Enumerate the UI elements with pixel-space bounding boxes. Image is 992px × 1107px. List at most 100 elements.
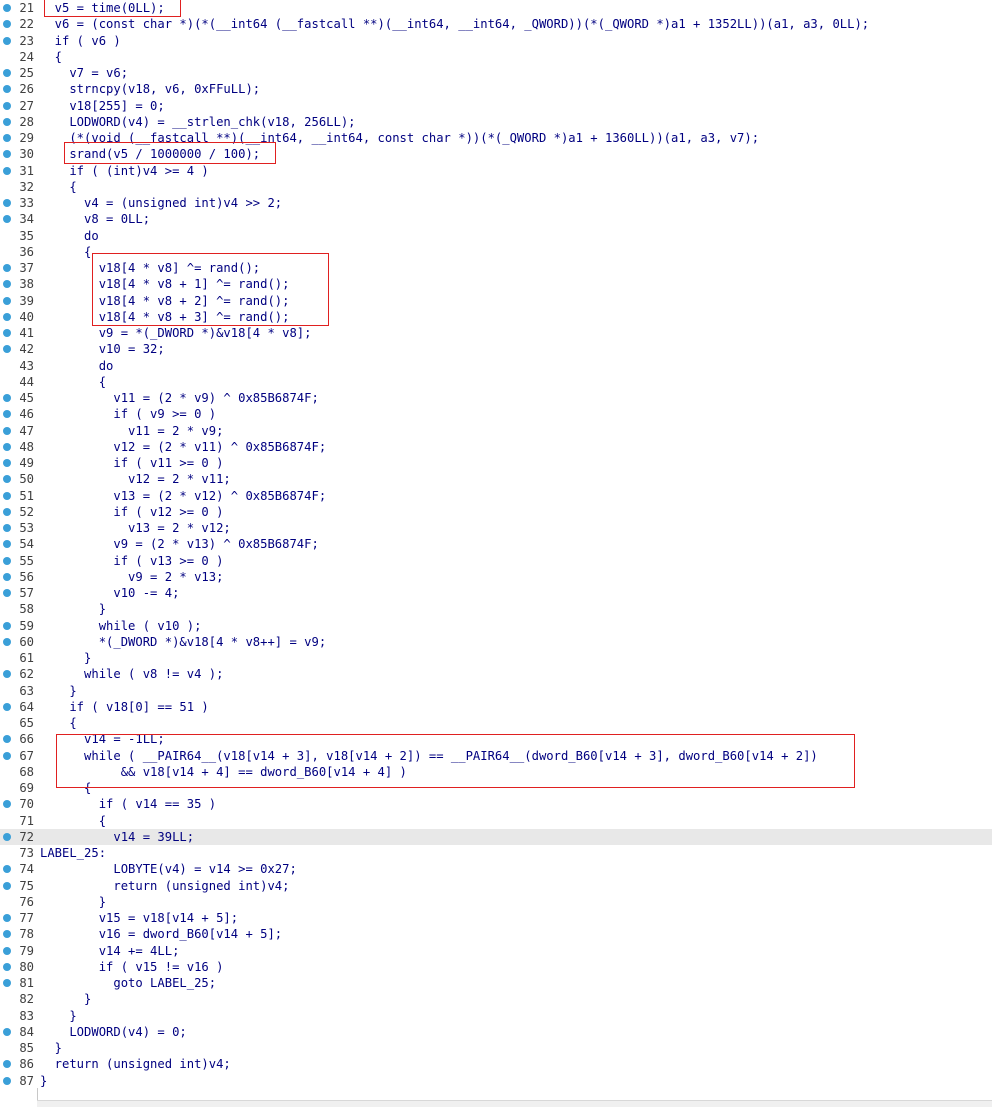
code-line[interactable]: 73 LABEL_25: [0,845,992,861]
code-line[interactable]: 80 if ( v15 != v16 ) [0,959,992,975]
code-line[interactable]: 42 v10 = 32; [0,341,992,357]
code-text: v12 = (2 * v11) ^ 0x85B6874F; [40,439,327,454]
code-line[interactable]: 34 v8 = 0LL; [0,211,992,227]
code-line[interactable]: 40 v18[4 * v8 + 3] ^= rand(); [0,309,992,325]
code-line[interactable]: 78 v16 = dword_B60[v14 + 5]; [0,926,992,942]
code-line[interactable]: 57 v10 -= 4; [0,585,992,601]
code-line[interactable]: 31 if ( (int)v4 >= 4 ) [0,163,992,179]
code-line[interactable]: 27 v18[255] = 0; [0,98,992,114]
line-number: 86 [19,1057,34,1072]
code-text: v11 = 2 * v9; [40,423,224,438]
code-text: } [40,651,92,665]
code-text: v18[4 * v8 + 2] ^= rand(); [40,293,290,308]
code-line[interactable]: 51 v13 = (2 * v12) ^ 0x85B6874F; [0,488,992,504]
code-text: v15 = v18[v14 + 5]; [40,911,239,925]
code-line[interactable]: 53 v13 = 2 * v12; [0,520,992,536]
code-line[interactable]: 84 LODWORD(v4) = 0; [0,1024,992,1040]
line-number: 72 [19,829,34,844]
code-line[interactable]: 82 } [0,991,992,1007]
code-line[interactable]: 54 v9 = (2 * v13) ^ 0x85B6874F; [0,536,992,552]
code-line[interactable]: 52 if ( v12 >= 0 ) [0,504,992,520]
line-number: 62 [19,667,34,682]
line-number: 55 [19,553,34,568]
line-number: 57 [19,586,34,600]
code-line[interactable]: 37 v18[4 * v8] ^= rand(); [0,260,992,276]
code-text: if ( v12 >= 0 ) [40,504,224,519]
code-line[interactable]: 36 { [0,244,992,260]
code-line[interactable]: 63 } [0,683,992,699]
code-line[interactable]: 47 v11 = 2 * v9; [0,423,992,439]
code-line[interactable]: 65 { [0,715,992,731]
code-text: v18[4 * v8 + 3] ^= rand(); [40,309,290,324]
code-line[interactable]: 83 } [0,1008,992,1024]
line-number: 36 [19,244,34,259]
code-line[interactable]: 38 v18[4 * v8 + 1] ^= rand(); [0,276,992,292]
code-line[interactable]: 28 LODWORD(v4) = __strlen_chk(v18, 256LL… [0,114,992,130]
code-line[interactable]: 72 v14 = 39LL; [0,828,992,845]
code-line[interactable]: 35 do [0,228,992,244]
code-line[interactable]: 41 v9 = *(_DWORD *)&v18[4 * v8]; [0,325,992,341]
code-line[interactable]: 60 *(_DWORD *)&v18[4 * v8++] = v9; [0,634,992,650]
code-line[interactable]: 50 v12 = 2 * v11; [0,471,992,487]
code-line[interactable]: 48 v12 = (2 * v11) ^ 0x85B6874F; [0,439,992,455]
code-line[interactable]: 86 return (unsigned int)v4; [0,1056,992,1072]
code-text: while ( v8 != v4 ); [40,667,224,682]
code-line[interactable]: 56 v9 = 2 * v13; [0,569,992,585]
code-text: if ( v18[0] == 51 ) [40,699,209,714]
code-text: v10 = 32; [40,342,165,357]
code-line[interactable]: 29 (*(void (__fastcall **)(__int64, __in… [0,130,992,146]
code-line[interactable]: 39 v18[4 * v8 + 2] ^= rand(); [0,293,992,309]
line-number: 84 [19,1024,34,1039]
code-line[interactable]: 22 v6 = (const char *)(*(__int64 (__fast… [0,16,992,32]
code-line[interactable]: 61 } [0,650,992,666]
code-line[interactable]: 69 { [0,780,992,796]
line-number: 53 [19,521,34,535]
code-text: v7 = v6; [40,66,129,80]
code-line[interactable]: 62 while ( v8 != v4 ); [0,666,992,682]
code-line[interactable]: 49 if ( v11 >= 0 ) [0,455,992,471]
code-line[interactable]: 79 v14 += 4LL; [0,943,992,959]
code-line[interactable]: 26 strncpy(v18, v6, 0xFFuLL); [0,81,992,97]
line-number: 28 [19,114,34,129]
code-text: } [40,992,92,1007]
code-line[interactable]: 87} [0,1073,992,1089]
code-line[interactable]: 75 return (unsigned int)v4; [0,878,992,894]
code-line[interactable]: 71 { [0,813,992,829]
code-line[interactable]: 25 v7 = v6; [0,65,992,81]
code-line[interactable]: 76 } [0,894,992,910]
code-line[interactable]: 81 goto LABEL_25; [0,975,992,991]
code-line[interactable]: 55 if ( v13 >= 0 ) [0,553,992,569]
code-line[interactable]: 24 { [0,49,992,65]
code-line[interactable]: 67 while ( __PAIR64__(v18[v14 + 3], v18[… [0,748,992,764]
line-number: 56 [19,569,34,584]
code-line[interactable]: 44 { [0,374,992,390]
code-text: LABEL_25: [40,846,107,860]
code-line[interactable]: 77 v15 = v18[v14 + 5]; [0,910,992,926]
code-text: v18[4 * v8] ^= rand(); [40,261,261,275]
line-number: 48 [19,439,34,454]
code-line[interactable]: 59 while ( v10 ); [0,618,992,634]
code-text: if ( v14 == 35 ) [40,797,217,812]
code-line[interactable]: 33 v4 = (unsigned int)v4 >> 2; [0,195,992,211]
code-line[interactable]: 58 } [0,601,992,617]
code-line[interactable]: 66 v14 = -1LL; [0,731,992,747]
code-line[interactable]: 32 { [0,179,992,195]
code-line[interactable]: 43 do [0,358,992,374]
code-line[interactable]: 74 LOBYTE(v4) = v14 >= 0x27; [0,861,992,877]
code-line[interactable]: 70 if ( v14 == 35 ) [0,796,992,812]
line-number: 63 [19,683,34,698]
pseudocode-view[interactable]: 21 v5 = time(0LL); 22 v6 = (const char *)… [0,0,992,1089]
code-line[interactable]: 23 if ( v6 ) [0,33,992,49]
line-number: 35 [19,228,34,243]
code-line[interactable]: 85 } [0,1040,992,1056]
code-line[interactable]: 30 srand(v5 / 1000000 / 100); [0,146,992,162]
code-line[interactable]: 46 if ( v9 >= 0 ) [0,406,992,422]
code-line[interactable]: 45 v11 = (2 * v9) ^ 0x85B6874F; [0,390,992,406]
line-number: 29 [19,131,34,145]
code-line[interactable]: 68 && v18[v14 + 4] == dword_B60[v14 + 4]… [0,764,992,780]
code-text: } [40,1041,63,1055]
code-text: LOBYTE(v4) = v14 >= 0x27; [40,862,297,877]
code-line[interactable]: 64 if ( v18[0] == 51 ) [0,699,992,715]
line-number: 54 [19,537,34,552]
code-line[interactable]: 21 v5 = time(0LL); [0,0,992,16]
